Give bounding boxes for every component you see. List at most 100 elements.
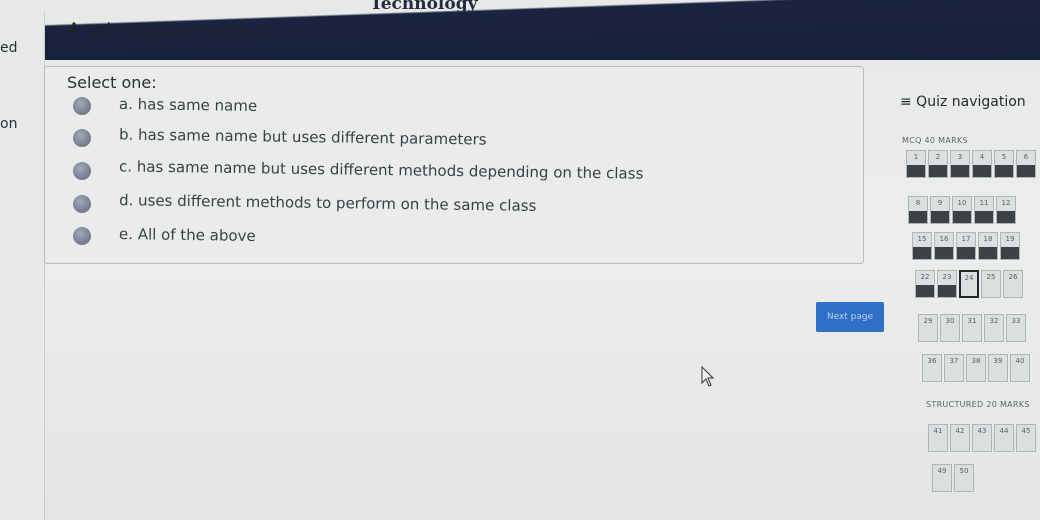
question-title: A polymorphic function <box>67 19 266 43</box>
quiz-nav-number: 12 <box>1001 199 1011 207</box>
quiz-nav-number: 38 <box>971 357 981 365</box>
quiz-nav-question-30[interactable]: 30 <box>940 314 960 342</box>
quiz-nav-number: 15 <box>917 235 927 243</box>
answered-indicator <box>973 165 991 177</box>
quiz-nav-number: 40 <box>1015 357 1025 365</box>
quiz-nav-number: 3 <box>957 153 963 161</box>
quiz-nav-question-4[interactable]: 4 <box>972 150 992 178</box>
quiz-nav-question-18[interactable]: 18 <box>978 232 998 260</box>
quiz-nav-question-26[interactable]: 26 <box>1003 270 1023 298</box>
quiz-nav-question-11[interactable]: 11 <box>974 196 994 224</box>
quiz-nav-number: 31 <box>967 317 977 325</box>
quiz-nav-question-15[interactable]: 15 <box>912 232 932 260</box>
site-title: Technology <box>370 0 478 14</box>
quiz-navigation-title: ≡ Quiz navigation <box>900 94 1026 110</box>
quiz-nav-question-49[interactable]: 49 <box>932 464 952 492</box>
quiz-nav-question-9[interactable]: 9 <box>930 196 950 224</box>
answered-indicator <box>951 165 969 177</box>
quiz-nav-question-12[interactable]: 12 <box>996 196 1016 224</box>
quiz-nav-question-31[interactable]: 31 <box>962 314 982 342</box>
quiz-nav-question-41[interactable]: 41 <box>928 424 948 452</box>
quiz-nav-number: 36 <box>927 357 937 365</box>
answered-indicator <box>997 211 1015 223</box>
answered-indicator <box>929 165 947 177</box>
quiz-nav-question-17[interactable]: 17 <box>956 232 976 260</box>
quiz-nav-number: 43 <box>977 427 987 435</box>
next-page-button[interactable]: Next page <box>816 302 884 332</box>
quiz-nav-number: 19 <box>1005 235 1015 243</box>
radio-icon[interactable] <box>73 195 91 213</box>
radio-icon[interactable] <box>73 227 91 245</box>
answered-indicator <box>995 165 1013 177</box>
quiz-nav-question-37[interactable]: 37 <box>944 354 964 382</box>
left-sidebar: ed on <box>0 12 45 520</box>
quiz-nav-number: 1 <box>913 153 919 161</box>
radio-icon[interactable] <box>73 162 91 180</box>
quiz-nav-question-42[interactable]: 42 <box>950 424 970 452</box>
option-label: d. uses different methods to perform on … <box>118 191 537 215</box>
answered-indicator <box>953 211 971 223</box>
section-label-structured: STRUCTURED 20 MARKS <box>926 400 1030 409</box>
quiz-nav-question-38[interactable]: 38 <box>966 354 986 382</box>
quiz-nav-question-16[interactable]: 16 <box>934 232 954 260</box>
quiz-nav-question-29[interactable]: 29 <box>918 314 938 342</box>
quiz-nav-number: 30 <box>945 317 955 325</box>
quiz-nav-question-3[interactable]: 3 <box>950 150 970 178</box>
quiz-nav-number: 10 <box>957 199 967 207</box>
answered-indicator <box>913 247 931 259</box>
quiz-nav-question-44[interactable]: 44 <box>994 424 1014 452</box>
answered-indicator <box>957 247 975 259</box>
quiz-nav-question-10[interactable]: 10 <box>952 196 972 224</box>
answered-indicator <box>1001 247 1019 259</box>
quiz-nav-question-5[interactable]: 5 <box>994 150 1014 178</box>
answered-indicator <box>1017 165 1035 177</box>
quiz-nav-number: 49 <box>937 467 947 475</box>
option-label: e. All of the above <box>118 225 256 245</box>
quiz-nav-number: 5 <box>1001 153 1007 161</box>
answered-indicator <box>909 211 927 223</box>
quiz-nav-question-1[interactable]: 1 <box>906 150 926 178</box>
quiz-nav-number: 22 <box>920 273 930 281</box>
quiz-nav-question-33[interactable]: 33 <box>1006 314 1026 342</box>
quiz-nav-number: 4 <box>979 153 985 161</box>
quiz-nav-question-50[interactable]: 50 <box>954 464 974 492</box>
quiz-nav-question-45[interactable]: 45 <box>1016 424 1036 452</box>
quiz-nav-number: 42 <box>955 427 965 435</box>
sidebar-text-fragment: on <box>0 116 18 132</box>
quiz-nav-number: 17 <box>961 235 971 243</box>
quiz-nav-number: 29 <box>923 317 933 325</box>
quiz-nav-question-8[interactable]: 8 <box>908 196 928 224</box>
quiz-nav-number: 39 <box>993 357 1003 365</box>
quiz-nav-question-22[interactable]: 22 <box>915 270 935 298</box>
answered-indicator <box>935 247 953 259</box>
quiz-nav-question-23[interactable]: 23 <box>937 270 957 298</box>
quiz-nav-question-36[interactable]: 36 <box>922 354 942 382</box>
radio-icon[interactable] <box>73 97 91 115</box>
option-label: c. has same name but uses different meth… <box>118 157 644 183</box>
quiz-nav-number: 50 <box>959 467 969 475</box>
quiz-nav-number: 8 <box>915 199 921 207</box>
quiz-nav-question-43[interactable]: 43 <box>972 424 992 452</box>
quiz-nav-number: 6 <box>1023 153 1029 161</box>
sidebar-text-fragment: ed <box>0 40 18 56</box>
quiz-nav-question-6[interactable]: 6 <box>1016 150 1036 178</box>
answered-indicator <box>979 247 997 259</box>
quiz-nav-question-19[interactable]: 19 <box>1000 232 1020 260</box>
quiz-nav-number: 9 <box>937 199 943 207</box>
quiz-nav-number: 41 <box>933 427 943 435</box>
question-panel: Select one: a. has same name b. has same… <box>44 66 864 264</box>
quiz-nav-number: 37 <box>949 357 959 365</box>
quiz-nav-question-24[interactable]: 24 <box>959 270 979 298</box>
quiz-nav-question-40[interactable]: 40 <box>1010 354 1030 382</box>
answered-indicator <box>907 165 925 177</box>
quiz-nav-question-39[interactable]: 39 <box>988 354 1008 382</box>
quiz-nav-number: 33 <box>1011 317 1021 325</box>
quiz-nav-question-25[interactable]: 25 <box>981 270 1001 298</box>
quiz-nav-question-2[interactable]: 2 <box>928 150 948 178</box>
quiz-nav-question-32[interactable]: 32 <box>984 314 1004 342</box>
quiz-nav-number: 16 <box>939 235 949 243</box>
radio-icon[interactable] <box>73 129 91 147</box>
answered-indicator <box>938 285 956 297</box>
answered-indicator <box>916 285 934 297</box>
select-one-label: Select one: <box>67 73 157 92</box>
